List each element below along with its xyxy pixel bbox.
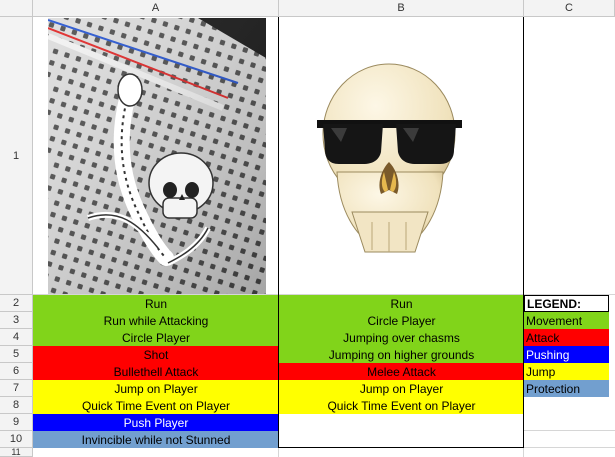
row-header-9[interactable]: 9 [0, 414, 33, 431]
cell-b3[interactable]: Circle Player [279, 312, 524, 329]
cell-border [278, 17, 279, 448]
row-header-10[interactable]: 10 [0, 431, 33, 448]
cell-b4[interactable]: Jumping over chasms [279, 329, 524, 346]
row-header-6[interactable]: 6 [0, 363, 33, 380]
cell-a5[interactable]: Shot [33, 346, 279, 363]
cell-b5[interactable]: Jumping on higher grounds [279, 346, 524, 363]
select-all-corner[interactable] [0, 0, 33, 17]
legend-title[interactable]: LEGEND: [524, 295, 609, 312]
cell-a7[interactable]: Jump on Player [33, 380, 279, 397]
cell-a3[interactable]: Run while Attacking [33, 312, 279, 329]
legend-protection[interactable]: Protection [524, 380, 609, 397]
row-header-7[interactable]: 7 [0, 380, 33, 397]
cell-b2[interactable]: Run [279, 295, 524, 312]
cell-b6[interactable]: Melee Attack [279, 363, 524, 380]
skull-sunglasses-image[interactable] [317, 62, 462, 262]
row-header-8[interactable]: 8 [0, 397, 33, 414]
row-header-1[interactable]: 1 [0, 17, 33, 295]
cell-a4[interactable]: Circle Player [33, 329, 279, 346]
legend-pushing[interactable]: Pushing [524, 346, 609, 363]
cell-border [279, 447, 524, 448]
cell-b10[interactable] [279, 431, 524, 447]
cell-b9[interactable] [279, 414, 524, 431]
legend-jump[interactable]: Jump [524, 363, 609, 380]
legend-movement[interactable]: Movement [524, 312, 609, 329]
column-header-b[interactable]: B [279, 0, 524, 17]
cell-a10[interactable]: Invincible while not Stunned [33, 431, 279, 448]
column-header-c[interactable]: C [524, 0, 615, 17]
cell-b8[interactable]: Quick Time Event on Player [279, 397, 524, 414]
row-header-4[interactable]: 4 [0, 329, 33, 346]
legend-attack[interactable]: Attack [524, 329, 609, 346]
cell-a8[interactable]: Quick Time Event on Player [33, 397, 279, 414]
cell-b7[interactable]: Jump on Player [279, 380, 524, 397]
row-header-3[interactable]: 3 [0, 312, 33, 329]
cell-a9[interactable]: Push Player [33, 414, 279, 431]
row-header-2[interactable]: 2 [0, 295, 33, 312]
cell-a2[interactable]: Run [33, 295, 279, 312]
row-header-5[interactable]: 5 [0, 346, 33, 363]
column-header-a[interactable]: A [33, 0, 279, 17]
row-header-11[interactable]: 11 [0, 448, 33, 457]
cell-a6[interactable]: Bullethell Attack [33, 363, 279, 380]
serpent-skull-image[interactable] [48, 18, 266, 294]
